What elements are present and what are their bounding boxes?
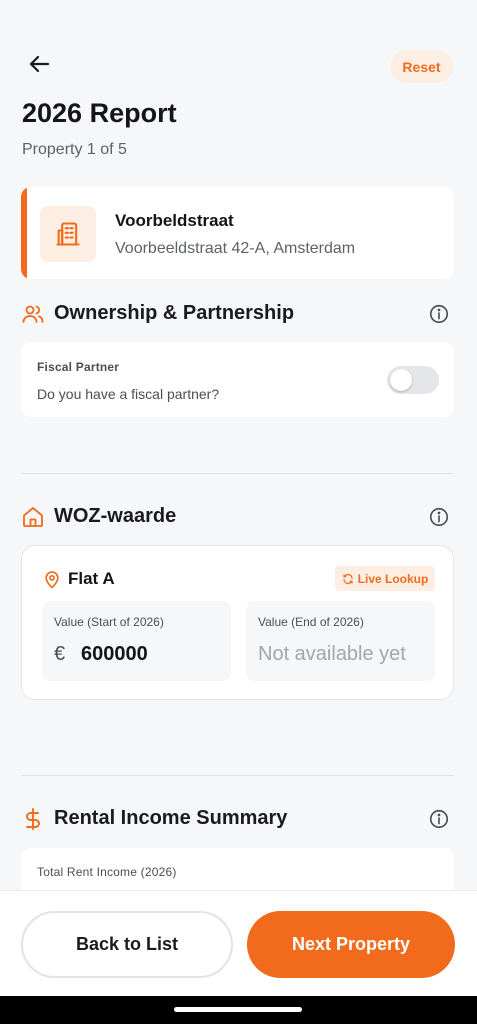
property-address: Voorbeeldstraat 42-A, Amsterdam <box>115 240 356 257</box>
location-pin-icon <box>45 571 59 589</box>
woz-unit-card: Flat A Live Lookup Value (Start of 2026)… <box>21 545 454 700</box>
page-title: 2026 Report <box>22 98 177 128</box>
back-button[interactable] <box>22 46 58 82</box>
value-end-label: Value (End of 2026) <box>258 615 364 629</box>
toggle-knob <box>390 369 412 391</box>
fiscal-partner-label: Fiscal Partner <box>37 360 120 374</box>
fiscal-partner-question: Do you have a fiscal partner? <box>37 386 220 402</box>
home-icon <box>23 507 43 527</box>
section-divider <box>21 775 454 776</box>
rental-section-header: Rental Income Summary <box>21 804 454 834</box>
refresh-icon <box>343 573 353 584</box>
live-lookup-button[interactable]: Live Lookup <box>335 566 435 591</box>
report-screen: Reset 2026 Report Property 1 of 5 Voorbe… <box>0 0 477 1024</box>
property-card-accent <box>21 187 27 279</box>
dollar-icon <box>26 808 40 830</box>
value-start-field[interactable]: Value (Start of 2026) € 600000 <box>42 601 231 681</box>
system-nav-bar <box>0 996 477 1024</box>
fiscal-partner-card: Fiscal Partner Do you have a fiscal part… <box>21 342 454 417</box>
value-start-amount: 600000 <box>81 643 148 665</box>
value-end-placeholder: Not available yet <box>258 643 406 665</box>
live-lookup-label: Live Lookup <box>357 571 429 586</box>
bottom-action-bar: Back to List Next Property <box>0 890 477 996</box>
building-icon <box>56 222 80 246</box>
unit-name: Flat A <box>68 569 115 588</box>
back-to-list-button[interactable]: Back to List <box>21 911 233 978</box>
users-icon <box>22 305 44 323</box>
property-card[interactable]: Voorbeldstraat Voorbeeldstraat 42-A, Ams… <box>21 187 454 279</box>
building-icon-box <box>40 206 96 262</box>
property-name: Voorbeldstraat <box>115 211 234 230</box>
info-icon[interactable] <box>428 303 450 325</box>
next-property-button[interactable]: Next Property <box>247 911 455 978</box>
total-rent-label: Total Rent Income (2026) <box>37 865 177 879</box>
info-icon[interactable] <box>428 808 450 830</box>
info-icon[interactable] <box>428 506 450 528</box>
woz-title: WOZ-waarde <box>54 505 177 527</box>
value-end-field: Value (End of 2026) Not available yet <box>246 601 435 681</box>
arrow-left-icon <box>29 55 50 73</box>
ownership-title: Ownership & Partnership <box>54 302 295 324</box>
home-gesture-handle[interactable] <box>174 1007 302 1012</box>
value-start-label: Value (Start of 2026) <box>54 615 164 629</box>
currency-symbol: € <box>54 643 66 665</box>
fiscal-partner-toggle[interactable] <box>387 366 439 394</box>
page-subtitle: Property 1 of 5 <box>22 141 127 158</box>
rental-title: Rental Income Summary <box>54 807 288 829</box>
section-divider <box>21 473 454 474</box>
woz-section-header: WOZ-waarde <box>21 502 454 532</box>
ownership-section-header: Ownership & Partnership <box>21 299 454 329</box>
reset-button[interactable]: Reset <box>390 50 453 83</box>
